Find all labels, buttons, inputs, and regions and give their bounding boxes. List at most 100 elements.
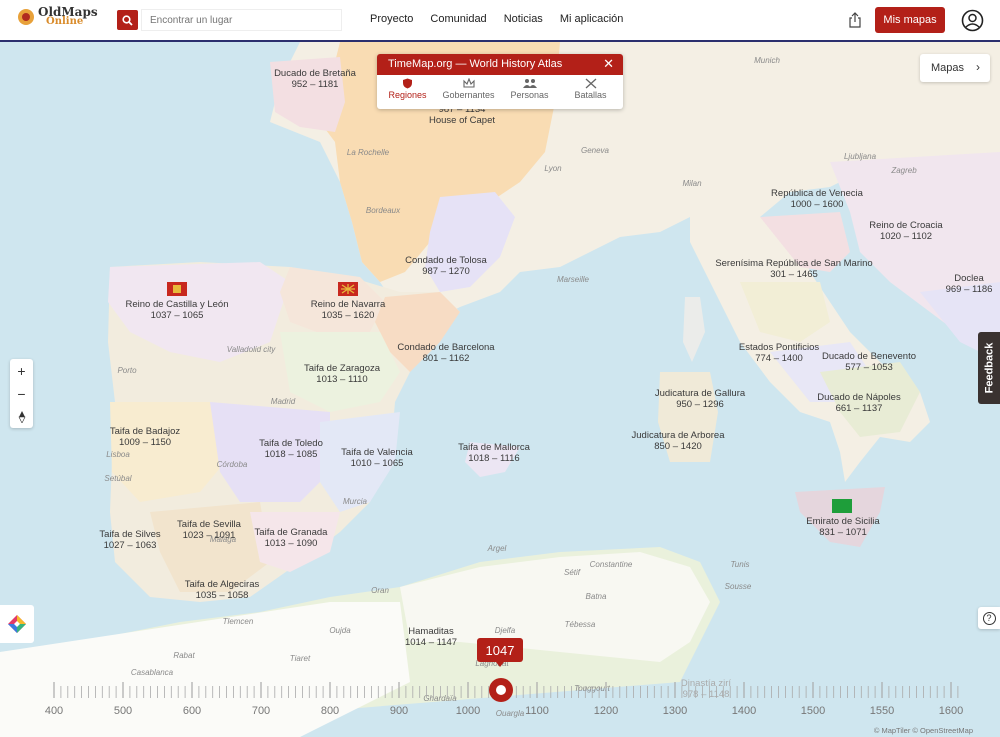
city-label: Munich <box>754 56 780 65</box>
city-label: Tiaret <box>289 654 311 663</box>
region-label[interactable]: Hamaditas 1014 – 1147 <box>405 626 457 648</box>
region-label[interactable]: Taifa de Toledo 1018 – 1085 <box>259 438 323 460</box>
region-label[interactable]: Doclea 969 – 1186 <box>946 273 993 295</box>
city-label: Milan <box>682 179 702 188</box>
city-label: Córdoba <box>216 460 248 469</box>
region-label[interactable]: Ducado de Nápoles 661 – 1137 <box>817 392 900 414</box>
region-label[interactable]: Condado de Barcelona 801 – 1162 <box>397 342 494 364</box>
region-label[interactable]: República de Venecia 1000 – 1600 <box>771 188 863 210</box>
sicilia-flag-icon[interactable] <box>832 499 852 513</box>
region-label[interactable]: Judicatura de Gallura 950 – 1296 <box>655 388 745 410</box>
city-label: Tébessa <box>564 620 596 629</box>
swords-icon <box>585 78 596 89</box>
city-label: La Rochelle <box>346 148 390 157</box>
region-label[interactable]: Taifa de Valencia 1010 – 1065 <box>341 447 413 469</box>
city-label: Batna <box>585 592 607 601</box>
map-canvas[interactable]: Munich Milan Geneva Lyon Ljubljana Zagre… <box>0 42 1000 737</box>
region-label[interactable]: Reino de Croacia 1020 – 1102 <box>869 220 942 242</box>
city-label: Porto <box>117 366 137 375</box>
region-label[interactable]: Reino de Castilla y León 1037 – 1065 <box>126 299 229 321</box>
city-label: Lyon <box>544 164 562 173</box>
region-label[interactable]: Taifa de Zaragoza 1013 – 1110 <box>304 363 380 385</box>
city-label: Murcia <box>342 497 368 506</box>
region-label[interactable]: Ducado de Benevento 577 – 1053 <box>822 351 916 373</box>
region-label[interactable]: Taifa de Mallorca 1018 – 1116 <box>458 442 530 464</box>
timeline-label: 1550 <box>869 705 895 717</box>
tab-batallas[interactable]: Batallas <box>560 78 621 100</box>
chevron-right-icon: › <box>976 60 980 74</box>
logo[interactable]: OldMaps Online <box>18 6 98 27</box>
map-attribution: © MapTiler © OpenStreetMap <box>873 726 973 735</box>
zoom-out-button[interactable]: − <box>10 382 33 405</box>
city-label: Ljubljana <box>843 152 877 161</box>
nav-item-comunidad[interactable]: Comunidad <box>430 13 486 25</box>
crown-icon <box>462 78 475 88</box>
timeline-label: 1400 <box>731 705 757 717</box>
region-label[interactable]: Emirato de Sicilia 831 – 1071 <box>806 516 879 538</box>
tab-gobernantes[interactable]: Gobernantes <box>438 78 499 100</box>
atlas-panel: TimeMap.org — World History Atlas ✕ Regi… <box>377 54 623 109</box>
region-label[interactable]: Ducado de Bretaña 952 – 1181 <box>274 68 356 90</box>
city-label: Lisboa <box>106 450 130 459</box>
share-button[interactable] <box>848 12 862 33</box>
nav-item-noticias[interactable]: Noticias <box>504 13 543 25</box>
nav-item-mi-aplicacion[interactable]: Mi aplicación <box>560 13 624 25</box>
city-label: Sétif <box>563 568 581 577</box>
region-label[interactable]: Estados Pontificios 774 – 1400 <box>739 342 819 364</box>
search-icon <box>122 14 133 26</box>
close-icon[interactable]: ✕ <box>603 56 614 72</box>
zoom-in-button[interactable]: + <box>10 359 33 382</box>
city-label: Zagreb <box>891 166 917 175</box>
help-button[interactable]: ? <box>978 607 1000 629</box>
city-label: Valladolid city <box>226 345 276 354</box>
region-label[interactable]: Taifa de Badajoz 1009 – 1150 <box>110 426 180 448</box>
mapas-label: Mapas <box>931 62 965 74</box>
city-label: Oran <box>371 586 389 595</box>
zoom-controls: + − <box>10 359 33 428</box>
region-label[interactable]: Judicatura de Arborea 850 – 1420 <box>632 430 725 452</box>
timeline-label: 1000 <box>455 705 481 717</box>
city-label: Tlemcen <box>222 617 254 626</box>
user-account-button[interactable] <box>961 9 984 37</box>
timeline-label: 500 <box>113 705 133 717</box>
city-label: Sousse <box>724 582 752 591</box>
tab-personas[interactable]: Personas <box>499 78 560 100</box>
main-nav: Proyecto Comunidad Noticias Mi aplicació… <box>370 13 623 25</box>
tab-regiones[interactable]: Regiones <box>377 78 438 100</box>
region-label[interactable]: Reino de Navarra 1035 – 1620 <box>311 299 385 321</box>
search-button[interactable] <box>117 10 138 30</box>
user-icon <box>961 9 984 32</box>
city-label: Oujda <box>329 626 351 635</box>
timeline-label: 900 <box>389 705 409 717</box>
city-label: Djelfa <box>494 626 516 635</box>
city-label: Tunis <box>730 560 750 569</box>
navarra-flag-icon[interactable] <box>338 282 358 296</box>
people-icon <box>522 79 537 88</box>
timeline-handle[interactable] <box>489 678 513 702</box>
feedback-tab[interactable]: Feedback <box>978 332 1000 404</box>
nav-item-proyecto[interactable]: Proyecto <box>370 13 413 25</box>
timeline-slider[interactable]: 400 500 600 700 800 900 1000 1100 1200 1300 1400 15… <box>0 668 1000 737</box>
mapas-button[interactable]: Mapas › <box>920 54 990 82</box>
my-maps-button[interactable]: Mis mapas <box>875 7 945 33</box>
region-label[interactable]: Condado de Tolosa 987 – 1270 <box>405 255 487 277</box>
diamond-logo-icon <box>8 615 26 633</box>
region-label[interactable]: Taifa de Sevilla 1023 – 1091 <box>177 519 241 541</box>
region-label[interactable]: Taifa de Silves 1027 – 1063 <box>99 529 160 551</box>
compass-button[interactable] <box>10 405 33 428</box>
city-label: Rabat <box>173 651 195 660</box>
city-label: Constantine <box>589 560 633 569</box>
share-icon <box>849 12 861 28</box>
feedback-label: Feedback <box>983 342 995 394</box>
timeline-label: 1200 <box>593 705 619 717</box>
region-label[interactable]: Serenísima República de San Marino 301 – … <box>715 258 872 280</box>
timeline-label: 1100 <box>525 705 549 717</box>
region-label[interactable]: Taifa de Granada 1013 – 1090 <box>255 527 328 549</box>
castilla-flag-icon[interactable] <box>167 282 187 296</box>
compass-icon <box>18 410 25 423</box>
region-label[interactable]: Taifa de Algeciras 1035 – 1058 <box>185 579 259 601</box>
atlas-title: TimeMap.org — World History Atlas <box>388 58 563 70</box>
app-launcher-button[interactable] <box>0 605 34 643</box>
help-icon: ? <box>982 611 996 625</box>
search-input[interactable] <box>141 9 342 31</box>
